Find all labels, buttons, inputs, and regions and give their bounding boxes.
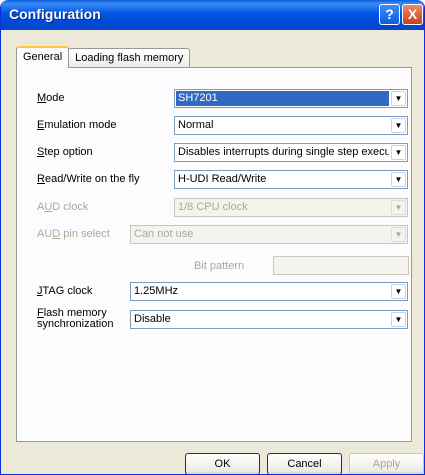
aud-pin-row: AUD pin select Can not use ▼	[17, 225, 411, 245]
mode-select[interactable]: SH7201 ▼	[174, 89, 408, 108]
chevron-down-icon[interactable]: ▼	[391, 118, 406, 133]
emulation-mode-label: Emulation mode	[37, 119, 117, 131]
title-bar[interactable]: Configuration ? X	[1, 0, 424, 30]
ok-button[interactable]: OK	[185, 453, 260, 474]
aud-pin-value: Can not use	[134, 228, 194, 240]
flash-sync-select[interactable]: Disable ▼	[130, 310, 408, 329]
emulation-mode-value: Normal	[178, 119, 214, 131]
aud-clock-row: AUD clock 1/8 CPU clock ▼	[17, 198, 411, 218]
chevron-down-icon[interactable]: ▼	[391, 200, 406, 215]
help-button[interactable]: ?	[379, 4, 400, 25]
read-write-select[interactable]: H-UDI Read/Write ▼	[174, 170, 408, 189]
emulation-mode-select[interactable]: Normal ▼	[174, 116, 408, 135]
chevron-down-icon[interactable]: ▼	[391, 91, 406, 106]
bit-pattern-label: Bit pattern	[194, 260, 245, 272]
step-option-label: Step option	[37, 146, 93, 158]
jtag-clock-value: 1.25MHz	[134, 285, 179, 297]
mode-label: Mode	[37, 92, 65, 104]
close-button[interactable]: X	[402, 4, 423, 25]
aud-pin-select[interactable]: Can not use ▼	[130, 225, 408, 244]
tab-loading-flash-memory[interactable]: Loading flash memory	[68, 48, 191, 68]
read-write-label: Read/Write on the fly	[37, 173, 140, 185]
step-option-row: Step option Disables interrupts during s…	[17, 143, 411, 163]
aud-clock-label: AUD clock	[37, 201, 89, 213]
chevron-down-icon[interactable]: ▼	[391, 284, 406, 299]
jtag-clock-select[interactable]: 1.25MHz ▼	[130, 282, 408, 301]
chevron-down-icon[interactable]: ▼	[391, 172, 406, 187]
chevron-down-icon[interactable]: ▼	[391, 227, 406, 242]
general-panel: Mode SH7201 ▼ Emulation mode Normal ▼ St…	[16, 67, 412, 442]
apply-button[interactable]: Apply	[349, 453, 424, 474]
step-option-select[interactable]: Disables interrupts during single step e…	[174, 143, 408, 162]
chevron-down-icon[interactable]: ▼	[391, 312, 406, 327]
jtag-clock-label: JTAG clock	[37, 285, 93, 297]
chevron-down-icon[interactable]: ▼	[391, 145, 406, 160]
bit-pattern-input[interactable]	[273, 256, 409, 275]
read-write-value: H-UDI Read/Write	[178, 173, 267, 185]
flash-sync-row: Flash memory synchronization Disable ▼	[17, 307, 411, 330]
aud-clock-value: 1/8 CPU clock	[178, 201, 248, 213]
tab-strip: General Loading flash memory	[16, 46, 191, 68]
read-write-row: Read/Write on the fly H-UDI Read/Write ▼	[17, 170, 411, 190]
aud-clock-select[interactable]: 1/8 CPU clock ▼	[174, 198, 408, 217]
cancel-button[interactable]: Cancel	[267, 453, 342, 474]
mode-value: SH7201	[176, 91, 389, 106]
mode-row: Mode SH7201 ▼	[17, 89, 411, 109]
aud-pin-label: AUD pin select	[37, 228, 110, 240]
step-option-value: Disables interrupts during single step e…	[178, 146, 389, 158]
emulation-mode-row: Emulation mode Normal ▼	[17, 116, 411, 136]
flash-sync-value: Disable	[134, 313, 171, 325]
configuration-dialog: Configuration ? X General Loading flash …	[0, 0, 425, 475]
jtag-clock-row: JTAG clock 1.25MHz ▼	[17, 282, 411, 302]
tab-general[interactable]: General	[16, 46, 70, 68]
window-title: Configuration	[9, 6, 101, 22]
flash-sync-label: Flash memory synchronization	[37, 307, 114, 330]
